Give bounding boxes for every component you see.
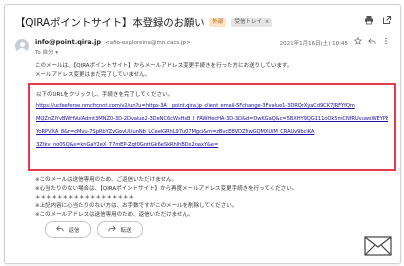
avatar [15, 39, 29, 53]
recipient-dropdown[interactable]: To 自分 ▾ [35, 48, 58, 56]
message-actions [354, 37, 390, 45]
reply-icon[interactable] [368, 37, 376, 45]
verification-link-line-2[interactable]: MQZnZlYvBWHVuIAdmt3MNZ0-3D-2Dvalue2-3DeN… [36, 116, 388, 122]
external-label: 外部 [209, 17, 227, 27]
sender-name: info@point.qira.jp [35, 38, 102, 46]
email-window: 【QIRAポイントサイト】本登録のお願い 外部 受信トレイ × info@poi… [4, 4, 401, 264]
printer-icon[interactable] [364, 15, 374, 25]
verification-link-line-1[interactable]: https://ucfeeferse.nmcfrcnnt.com/v2/un?u… [36, 103, 388, 109]
body-line-6: ※このメールアドレスは送信専用のため、返信いただけません。 [35, 212, 194, 218]
reply-button[interactable]: 返信 [45, 221, 91, 238]
inbox-label-text: 受信トレイ [234, 18, 262, 25]
highlighted-link-box: 以下のURLをクリックし、手続きを完了してください。 https://ucfee… [28, 83, 396, 171]
envelope-icon [364, 236, 392, 256]
open-in-new-icon[interactable] [382, 15, 392, 25]
subject-row: 【QIRAポイントサイト】本登録のお願い 外部 受信トレイ × [15, 14, 388, 30]
more-vert-icon[interactable] [382, 37, 390, 45]
verification-link-line-4[interactable]: 3Ztkv_no0SQ&s=knGaY2eX_77mEP-Zqt0GnttGk6… [36, 142, 388, 148]
body-line-2: メールアドレス変更はまだ完了していません。 [35, 72, 151, 78]
message-date: 2021年1月16日(土) 10:45 [279, 41, 348, 47]
reply-button-label: 返信 [68, 227, 80, 234]
body-line-5: ※上記内容に心当たりのない方は、お手数ですがこのメールを削除してください。 [35, 203, 238, 209]
star-icon[interactable] [354, 37, 362, 45]
email-subject: 【QIRAポイントサイト】本登録のお願い [15, 16, 205, 29]
body-line-4: ※心当たりのない場合は、【QIRAポイントサイト】から再度メールアドレス変更手続… [35, 186, 298, 192]
body-line-1: このメールは、【QIRAポイントサイト】からメールアドレス変更手続きを行った方に… [35, 63, 293, 69]
inbox-label[interactable]: 受信トレイ × [231, 17, 273, 27]
close-icon[interactable]: × [265, 19, 269, 26]
link-instruction: 以下のURLをクリックし、手続きを完了してください。 [36, 92, 174, 98]
reply-arrow-icon [56, 225, 65, 234]
sender-address: <afio-exploreina@mn.cacs.jp> [105, 40, 191, 46]
forward-button[interactable]: 転送 [97, 221, 143, 238]
body-line-3: ※このメールは送信専用のため、ご返信いただけません。 [35, 177, 177, 183]
separator: ＊＊＊＊＊＊＊＊＊＊＊＊＊＊＊＊＊＊ [35, 195, 135, 201]
forward-arrow-icon [108, 225, 117, 234]
verification-link-line-3[interactable]: YoRPVXA_8&r=cMvu-7SpRbYZvGovUUunNb_LCeel… [36, 129, 388, 135]
sender-line: info@point.qira.jp <afio-exploreina@mn.c… [35, 38, 191, 46]
top-toolbar [364, 15, 392, 25]
forward-button-label: 転送 [120, 227, 132, 234]
